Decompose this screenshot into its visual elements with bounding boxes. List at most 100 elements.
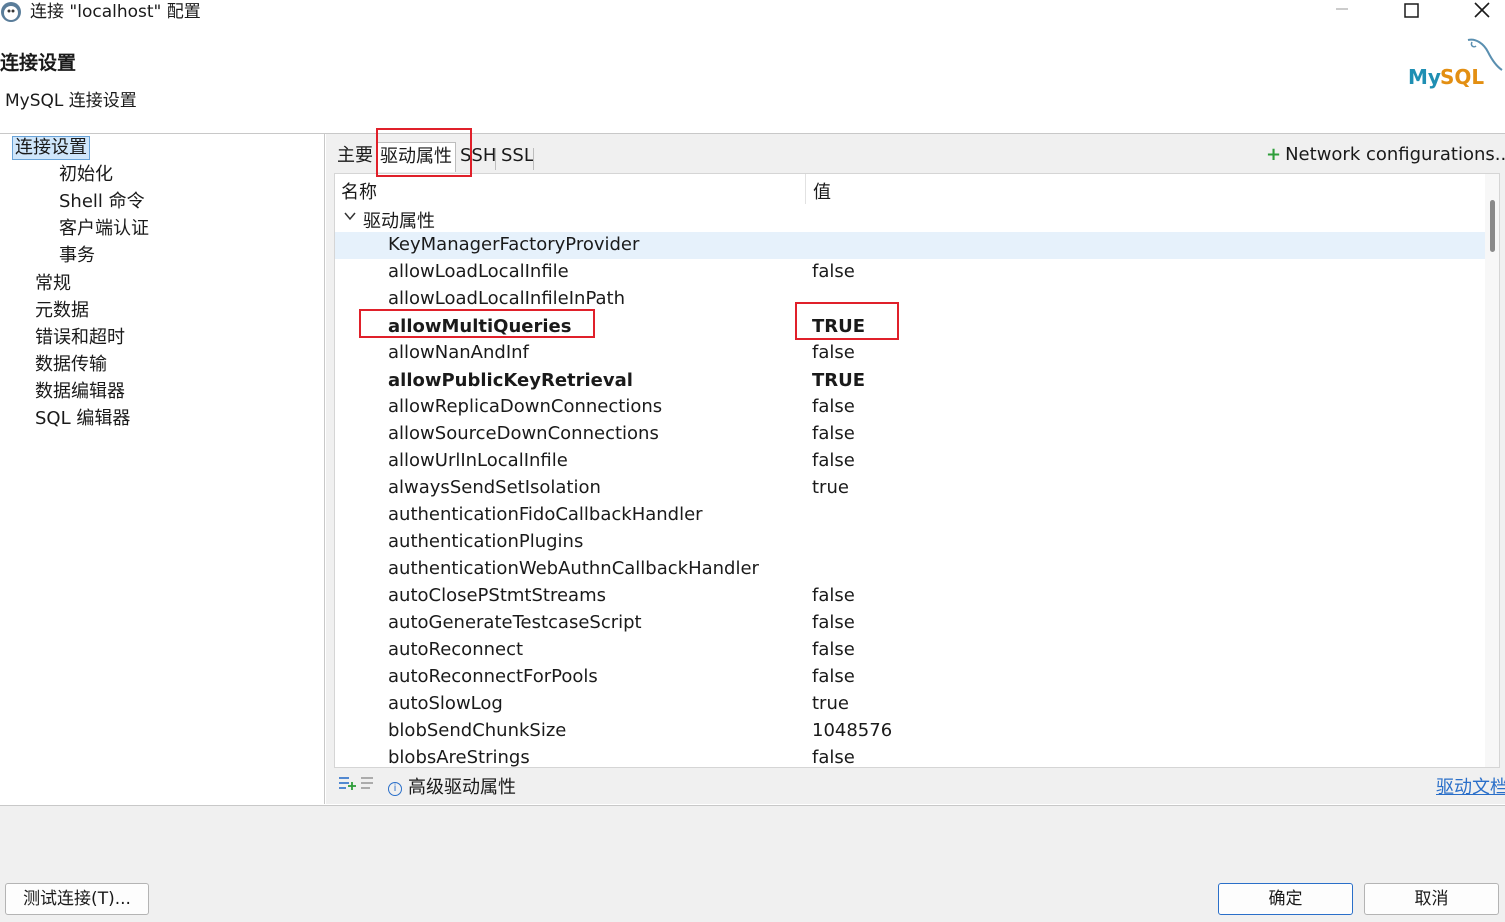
network-configurations-label: Network configurations...	[1285, 144, 1505, 165]
property-name: autoReconnect	[388, 639, 524, 660]
remove-property-icon[interactable]	[360, 775, 378, 791]
tree-item-shell-commands[interactable]: Shell 命令	[59, 191, 145, 213]
property-name: allowUrlInLocalInfile	[388, 450, 568, 471]
table-row[interactable]: blobSendChunkSize 1048576	[335, 718, 1485, 745]
property-value[interactable]: false	[812, 342, 855, 363]
svg-text:My: My	[1408, 65, 1441, 89]
property-name: allowSourceDownConnections	[388, 423, 659, 444]
property-name: autoSlowLog	[388, 693, 503, 714]
property-value[interactable]: false	[812, 261, 855, 282]
table-row[interactable]: autoReconnectForPools false	[335, 664, 1485, 691]
annotation-box-property-name	[359, 309, 595, 338]
property-value[interactable]: false	[812, 450, 855, 471]
chevron-down-icon[interactable]	[343, 209, 357, 223]
tab-separator	[533, 148, 534, 170]
advanced-driver-properties: i 高级驱动属性	[388, 773, 516, 799]
tree-item-general[interactable]: 常规	[35, 273, 71, 295]
property-name: allowPublicKeyRetrieval	[388, 370, 633, 391]
tree-item-connection-settings[interactable]: 连接设置	[12, 136, 90, 160]
table-row[interactable]: blobsAreStrings false	[335, 745, 1485, 768]
property-value[interactable]: TRUE	[812, 370, 865, 391]
property-value[interactable]: false	[812, 612, 855, 633]
driver-docs-link[interactable]: 驱动文档	[1436, 773, 1505, 799]
tab-separator	[495, 148, 496, 170]
table-row[interactable]: allowPublicKeyRetrieval TRUE	[335, 368, 1485, 395]
column-header-name[interactable]: 名称	[341, 178, 377, 204]
tree-item-data-editor[interactable]: 数据编辑器	[35, 381, 125, 403]
table-row[interactable]: authenticationPlugins	[335, 529, 1485, 556]
vertical-scrollbar[interactable]	[1485, 174, 1499, 767]
tab-ssl[interactable]: SSL	[498, 142, 537, 172]
maximize-icon[interactable]	[1382, 0, 1442, 26]
annotation-box-tab	[376, 128, 472, 177]
property-name: allowNanAndInf	[388, 342, 529, 363]
property-name: KeyManagerFactoryProvider	[388, 234, 640, 255]
dialog-footer: 测试连接(T)... 确定 取消	[0, 805, 1505, 922]
property-group-row[interactable]: 驱动属性	[335, 205, 1485, 232]
property-value[interactable]: true	[812, 477, 849, 498]
tree-item-metadata[interactable]: 元数据	[35, 300, 89, 322]
property-name: authenticationFidoCallbackHandler	[388, 504, 703, 525]
settings-tree: ˅ 连接设置 初始化 Shell 命令 客户端认证 事务 常规 元数据 错误和超…	[0, 134, 325, 804]
property-name: autoGenerateTestcaseScript	[388, 612, 642, 633]
property-name: authenticationWebAuthnCallbackHandler	[388, 558, 759, 579]
add-property-icon[interactable]	[338, 775, 356, 791]
table-row[interactable]: alwaysSendSetIsolation true	[335, 475, 1485, 502]
property-value[interactable]: false	[812, 423, 855, 444]
tab-main[interactable]: 主要	[334, 142, 376, 172]
property-name: alwaysSendSetIsolation	[388, 477, 601, 498]
tree-item-client-auth[interactable]: 客户端认证	[59, 218, 149, 240]
advanced-driver-properties-label: 高级驱动属性	[408, 777, 516, 798]
property-value[interactable]: false	[812, 747, 855, 767]
column-header-value[interactable]: 值	[813, 178, 831, 204]
table-row[interactable]: autoClosePStmtStreams false	[335, 583, 1485, 610]
table-row[interactable]: KeyManagerFactoryProvider	[335, 232, 1485, 259]
property-name: blobSendChunkSize	[388, 720, 567, 741]
property-value[interactable]: true	[812, 693, 849, 714]
minimize-icon[interactable]	[1312, 0, 1372, 26]
settings-panel: 主要 驱动属性 SSH SSL + Network configurations.…	[326, 134, 1505, 804]
tree-item-transactions[interactable]: 事务	[59, 245, 95, 267]
tree-item-errors-timeouts[interactable]: 错误和超时	[35, 327, 125, 349]
tree-item-data-transfer[interactable]: 数据传输	[35, 354, 107, 376]
dbeaver-app-icon	[1, 2, 21, 22]
network-configurations-button[interactable]: + Network configurations...	[1266, 144, 1505, 165]
column-divider[interactable]	[805, 174, 806, 204]
table-row[interactable]: autoGenerateTestcaseScript false	[335, 610, 1485, 637]
test-connection-button[interactable]: 测试连接(T)...	[5, 883, 149, 915]
property-group-label: 驱动属性	[363, 211, 435, 232]
table-row[interactable]: authenticationFidoCallbackHandler	[335, 502, 1485, 529]
table-row[interactable]: autoReconnect false	[335, 637, 1485, 664]
property-value[interactable]: 1048576	[812, 720, 892, 741]
table-row[interactable]: allowLoadLocalInfile false	[335, 259, 1485, 286]
property-name: blobsAreStrings	[388, 747, 530, 768]
info-icon: i	[388, 782, 402, 796]
property-value[interactable]: false	[812, 666, 855, 687]
window-title: 连接 "localhost" 配置	[30, 2, 201, 22]
property-name: allowReplicaDownConnections	[388, 396, 663, 417]
property-value[interactable]: false	[812, 585, 855, 606]
property-name: autoReconnectForPools	[388, 666, 598, 687]
property-name: autoClosePStmtStreams	[388, 585, 606, 606]
tree-item-init[interactable]: 初始化	[59, 164, 113, 186]
ok-button[interactable]: 确定	[1218, 883, 1353, 915]
close-icon[interactable]	[1452, 0, 1505, 26]
scrollbar-thumb[interactable]	[1490, 200, 1495, 252]
table-row[interactable]: allowNanAndInf false	[335, 340, 1485, 367]
table-row[interactable]: authenticationWebAuthnCallbackHandler	[335, 556, 1485, 583]
table-header: 名称 值	[335, 174, 1485, 204]
property-name: authenticationPlugins	[388, 531, 584, 552]
tree-item-sql-editor[interactable]: SQL 编辑器	[35, 408, 130, 430]
table-row[interactable]: allowReplicaDownConnections false	[335, 394, 1485, 421]
table-row[interactable]: allowSourceDownConnections false	[335, 421, 1485, 448]
property-value[interactable]: false	[812, 396, 855, 417]
title-bar: 连接 "localhost" 配置	[0, 0, 1505, 30]
cancel-button[interactable]: 取消	[1364, 883, 1499, 915]
page-title: 连接设置	[0, 52, 77, 74]
table-row[interactable]: allowUrlInLocalInfile false	[335, 448, 1485, 475]
property-name: allowLoadLocalInfileInPath	[388, 288, 625, 309]
property-value[interactable]: false	[812, 639, 855, 660]
table-row[interactable]: autoSlowLog true	[335, 691, 1485, 718]
mysql-logo: My SQL	[1408, 38, 1503, 89]
table-toolbar: i 高级驱动属性 驱动文档	[334, 770, 1505, 799]
